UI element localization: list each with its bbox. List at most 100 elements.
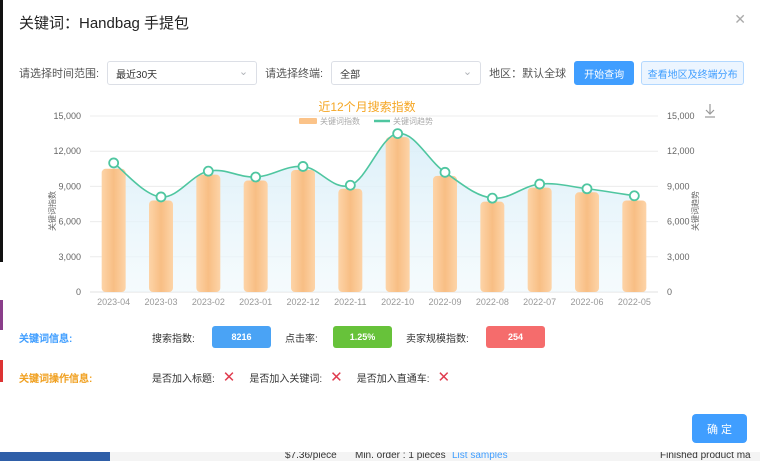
time-range-value: 最近30天 [116,69,158,81]
trend-point [155,191,167,203]
search-index-label: 搜索指数: [152,333,195,345]
trend-point [250,171,262,183]
legend-bar-label[interactable]: 关键词指数 [320,116,360,126]
dialog-title: 关键词：Handbag 手提包 [19,15,190,32]
y-tick-label-right: 0 [667,287,672,297]
cross-icon: ✕ [222,369,236,386]
background-edge-block [0,360,3,382]
filter-bar: 请选择时间范围: 最近30天 ⌄ 请选择终端: 全部 ⌄ 地区：默认全球 开始查… [19,61,745,85]
background-moq-text: Min. order : 1 pieces [355,452,446,461]
legend-line-label[interactable]: 关键词趋势 [393,116,433,126]
keyword-ops-label: 关键词操作信息: [19,374,93,385]
confirm-button[interactable]: 确 定 [692,414,747,443]
x-tick-label: 2022-07 [523,297,556,307]
x-tick-label: 2023-03 [144,297,177,307]
search-index-badge: 8216 [212,326,271,348]
bar [575,192,599,292]
trend-point [628,190,640,202]
terminal-select[interactable]: 全部 ⌄ [331,61,482,85]
y-tick-label-left: 12,000 [53,146,81,156]
x-tick-label: 2022-09 [428,297,461,307]
y-tick-label-left: 9,000 [58,181,81,191]
region-label: 地区：默认全球 [489,68,567,80]
trend-point [534,178,546,190]
bar [149,200,173,292]
keyword-ops-row: 关键词操作信息: 是否加入标题: ✕ 是否加入关键词: ✕ 是否加入直通车: ✕ [19,370,450,385]
keyword-dialog: 关键词：Handbag 手提包 ✕ 请选择时间范围: 最近30天 ⌄ 请选择终端… [3,0,760,452]
time-range-label: 请选择时间范围: [19,68,100,80]
x-tick-label: 2023-04 [97,297,130,307]
bar [243,180,268,292]
trend-point [297,161,309,172]
seller-scale-label: 卖家规模指数: [406,333,469,345]
background-right-text: Finished product ma [660,452,751,461]
y-tick-label-left: 3,000 [58,252,81,262]
x-tick-label: 2022-08 [476,297,509,307]
legend-bar-swatch [299,118,317,124]
y-axis-title-right: 关键词趋势 [690,191,700,231]
trend-point [486,192,498,204]
bar [385,137,410,292]
y-tick-label-left: 6,000 [58,217,81,227]
x-tick-label: 2022-06 [570,297,603,307]
background-link-text[interactable]: List samples [452,452,508,461]
background-price-text: $7.36/piece [285,452,337,461]
trend-point [344,179,356,191]
add-to-keyword-label: 是否加入关键词: [249,374,323,385]
y-tick-label-right: 12,000 [667,146,695,156]
trend-point [392,128,404,139]
chart-title: 近12个月搜索指数 [318,99,415,114]
seller-scale-badge: 254 [486,326,545,348]
bar [101,168,126,292]
y-tick-label-right: 3,000 [667,252,690,262]
bar [527,187,552,292]
page: 关键词：Handbag 手提包 ✕ 请选择时间范围: 最近30天 ⌄ 请选择终端… [0,0,760,461]
y-tick-label-right: 6,000 [667,217,690,227]
view-distribution-button[interactable]: 查看地区及终端分布 [641,61,745,85]
add-to-ztc-label: 是否加入直通车: [356,374,430,385]
background-nav-block [0,452,110,461]
search-index-chart: 近12个月搜索指数 关键词指数 关键词趋势 关键词指数 关键词趋势 0 0 3,… [3,96,760,311]
trend-point [581,183,593,195]
y-tick-label-right: 9,000 [667,181,690,191]
x-tick-label: 2022-10 [381,297,414,307]
x-tick-label: 2023-02 [192,297,225,307]
keyword-info-row: 关键词信息: 搜索指数: 8216 点击率: 1.25% 卖家规模指数: 254 [19,326,545,348]
y-tick-label-left: 0 [76,287,81,297]
y-tick-label-right: 15,000 [667,111,695,121]
x-tick-label: 2022-05 [618,297,651,307]
close-icon[interactable]: ✕ [734,11,746,28]
download-icon[interactable] [705,104,715,118]
y-tick-label-left: 15,000 [53,111,81,121]
add-to-title-label: 是否加入标题: [152,374,215,385]
chevron-down-icon: ⌄ [462,66,473,78]
start-query-button[interactable]: 开始查询 [574,61,635,85]
terminal-label: 请选择终端: [265,68,324,80]
chevron-down-icon: ⌄ [238,66,249,78]
ctr-badge: 1.25% [333,326,392,348]
cross-icon: ✕ [437,369,451,386]
bar [338,188,363,292]
background-page-strip: $7.36/piece Min. order : 1 pieces List s… [0,452,760,461]
bar [480,201,505,292]
chart-legend: 关键词指数 关键词趋势 [299,116,433,126]
keyword-info-label: 关键词信息: [19,333,73,345]
ctr-label: 点击率: [285,333,318,345]
terminal-value: 全部 [340,69,361,81]
x-tick-label: 2023-01 [239,297,272,307]
trend-point [439,166,451,178]
cross-icon: ✕ [330,369,343,386]
x-tick-label: 2022-12 [286,297,319,307]
x-tick-label: 2022-11 [334,297,366,307]
trend-point [108,157,120,169]
bar [291,169,315,292]
trend-point [202,165,214,177]
bar [196,174,221,292]
bar [622,200,647,292]
x-axis-ticks: 2023-04 2023-03 2023-02 2023-01 2022-12 2022-… [97,297,651,307]
time-range-select[interactable]: 最近30天 ⌄ [107,61,258,85]
background-edge-block [0,300,3,330]
bar [433,175,457,292]
chart-svg: 近12个月搜索指数 关键词指数 关键词趋势 关键词指数 关键词趋势 0 03,0… [47,99,715,307]
y-axis-title-left: 关键词指数 [47,191,57,231]
